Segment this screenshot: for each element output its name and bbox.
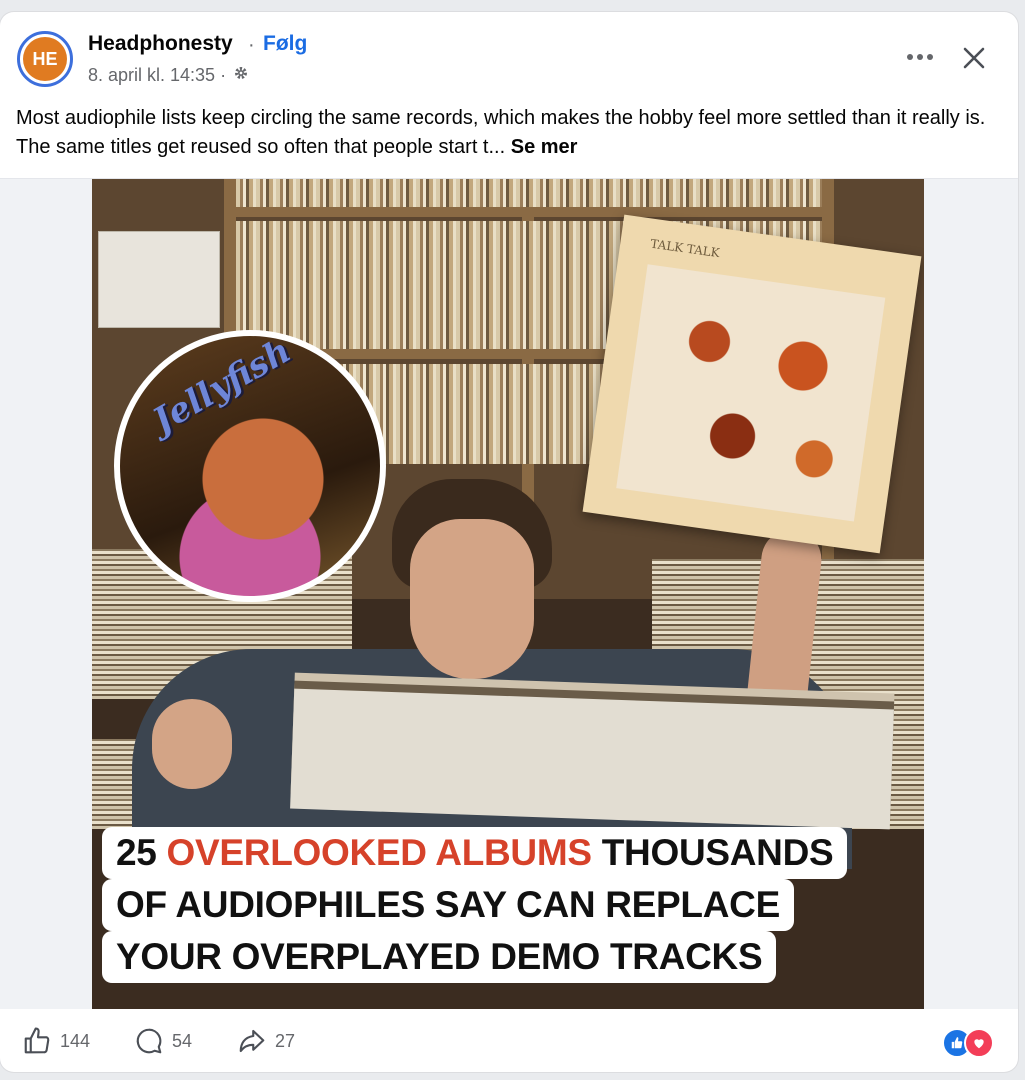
page-avatar[interactable]: HE xyxy=(17,31,73,87)
like-count: 144 xyxy=(60,1030,91,1051)
headline-rest: THOUSANDS xyxy=(601,832,834,873)
shelf-board xyxy=(224,207,834,217)
records-front xyxy=(290,688,894,830)
post-date[interactable]: 8. april kl. 14:35 · xyxy=(88,65,226,86)
headline-line-3: YOUR OVERPLAYED DEMO TRACKS xyxy=(102,931,777,983)
close-icon xyxy=(963,47,985,69)
comment-icon xyxy=(136,1028,162,1054)
like-button[interactable]: 144 xyxy=(22,1026,90,1056)
headline-overlay: 25 OVERLOOKED ALBUMS THOUSANDS OF AUDIOP… xyxy=(102,827,914,983)
comment-button[interactable]: 54 xyxy=(134,1026,192,1056)
storage-box xyxy=(98,231,220,328)
more-horizontal-icon xyxy=(907,54,933,60)
headline-line-1: 25 OVERLOOKED ALBUMS THOUSANDS xyxy=(102,827,848,879)
follow-button[interactable]: Følg xyxy=(263,32,307,56)
share-count: 27 xyxy=(275,1030,296,1051)
post-footer: 144 54 27 xyxy=(0,1014,1018,1070)
post-body: Most audiophile lists keep circling the … xyxy=(16,107,986,158)
thumbs-up-icon xyxy=(24,1027,50,1054)
post-card: HE Headphonesty · Følg 8. april kl. 14:3… xyxy=(0,12,1018,1072)
man-face xyxy=(410,519,534,679)
album-label: TALK TALK xyxy=(649,236,721,261)
gear-icon xyxy=(232,64,250,87)
post-text: Most audiophile lists keep circling the … xyxy=(16,104,1001,162)
man-hand xyxy=(152,699,232,789)
album-cover-talk-talk: TALK TALK xyxy=(582,214,922,554)
post-image[interactable]: TALK TALK Jellyfish 25 OVERLOOKED ALBUMS… xyxy=(92,179,924,1009)
more-options-button[interactable] xyxy=(904,42,936,72)
headline-accent: OVERLOOKED ALBUMS xyxy=(166,832,593,873)
post-meta: 8. april kl. 14:35 · xyxy=(88,64,250,87)
headline-number: 25 xyxy=(116,832,157,873)
close-button[interactable] xyxy=(958,42,990,74)
share-icon xyxy=(239,1029,265,1053)
separator-dot: · xyxy=(248,34,255,56)
album-cover-jellyfish: Jellyfish xyxy=(114,330,386,602)
album-artwork xyxy=(616,264,886,522)
headline-line-2: OF AUDIOPHILES SAY CAN REPLACE xyxy=(102,879,794,931)
avatar-logo: HE xyxy=(23,37,67,81)
page-name-link[interactable]: Headphonesty xyxy=(88,32,233,56)
share-button[interactable]: 27 xyxy=(237,1026,295,1056)
record-shelf xyxy=(236,179,822,207)
see-more-link[interactable]: Se mer xyxy=(511,136,578,158)
reactions-summary[interactable] xyxy=(942,1028,994,1058)
comment-count: 54 xyxy=(172,1030,193,1051)
love-reaction-icon xyxy=(964,1028,994,1058)
